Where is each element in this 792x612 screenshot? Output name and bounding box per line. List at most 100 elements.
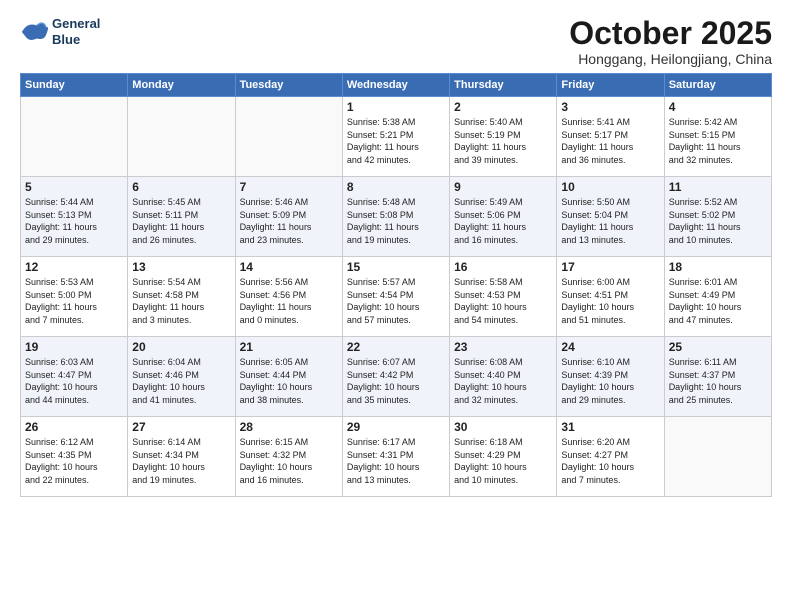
calendar-cell: 2 Sunrise: 5:40 AM Sunset: 5:19 PM Daylig… — [450, 97, 557, 177]
day-number: 15 — [347, 260, 445, 274]
day-number: 30 — [454, 420, 552, 434]
calendar-cell: 28Sunrise: 6:15 AM Sunset: 4:32 PM Dayli… — [235, 417, 342, 497]
cell-text: Sunrise: 6:05 AM Sunset: 4:44 PM Dayligh… — [240, 356, 338, 406]
day-number: 4 — [669, 100, 767, 114]
day-number: 16 — [454, 260, 552, 274]
weekday-header: Thursday — [450, 74, 557, 97]
day-number: 17 — [561, 260, 659, 274]
cell-text: Sunrise: 6:04 AM Sunset: 4:46 PM Dayligh… — [132, 356, 230, 406]
calendar-week-row: 1 Sunrise: 5:38 AM Sunset: 5:21 PM Daylig… — [21, 97, 772, 177]
calendar-cell: 18 Sunrise: 6:01 AM Sunset: 4:49 PM Dayli… — [664, 257, 771, 337]
day-number: 3 — [561, 100, 659, 114]
calendar-cell: 9 Sunrise: 5:49 AM Sunset: 5:06 PM Daylig… — [450, 177, 557, 257]
cell-text: Sunrise: 6:11 AM Sunset: 4:37 PM Dayligh… — [669, 356, 767, 406]
calendar-week-row: 12 Sunrise: 5:53 AM Sunset: 5:00 PM Dayli… — [21, 257, 772, 337]
calendar-cell: 6 Sunrise: 5:45 AM Sunset: 5:11 PM Daylig… — [128, 177, 235, 257]
weekday-header: Sunday — [21, 74, 128, 97]
day-number: 18 — [669, 260, 767, 274]
calendar-cell: 3 Sunrise: 5:41 AM Sunset: 5:17 PM Daylig… — [557, 97, 664, 177]
day-number: 1 — [347, 100, 445, 114]
cell-text: Sunrise: 5:46 AM Sunset: 5:09 PM Dayligh… — [240, 196, 338, 246]
cell-text: Sunrise: 6:07 AM Sunset: 4:42 PM Dayligh… — [347, 356, 445, 406]
day-number: 11 — [669, 180, 767, 194]
day-number: 13 — [132, 260, 230, 274]
day-number: 25 — [669, 340, 767, 354]
cell-text: Sunrise: 6:08 AM Sunset: 4:40 PM Dayligh… — [454, 356, 552, 406]
weekday-header: Monday — [128, 74, 235, 97]
cell-text: Sunrise: 6:00 AM Sunset: 4:51 PM Dayligh… — [561, 276, 659, 326]
calendar-cell: 30 Sunrise: 6:18 AM Sunset: 4:29 PM Dayli… — [450, 417, 557, 497]
weekday-header: Saturday — [664, 74, 771, 97]
calendar-cell: 11 Sunrise: 5:52 AM Sunset: 5:02 PM Dayli… — [664, 177, 771, 257]
calendar-week-row: 26 Sunrise: 6:12 AM Sunset: 4:35 PM Dayli… — [21, 417, 772, 497]
cell-text: Sunrise: 6:03 AM Sunset: 4:47 PM Dayligh… — [25, 356, 123, 406]
calendar-cell: 15 Sunrise: 5:57 AM Sunset: 4:54 PM Dayli… — [342, 257, 449, 337]
calendar-cell: 8 Sunrise: 5:48 AM Sunset: 5:08 PM Daylig… — [342, 177, 449, 257]
day-number: 5 — [25, 180, 123, 194]
day-number: 2 — [454, 100, 552, 114]
day-number: 7 — [240, 180, 338, 194]
calendar-cell: 13 Sunrise: 5:54 AM Sunset: 4:58 PM Dayli… — [128, 257, 235, 337]
calendar-cell: 7 Sunrise: 5:46 AM Sunset: 5:09 PM Daylig… — [235, 177, 342, 257]
calendar-cell: 1 Sunrise: 5:38 AM Sunset: 5:21 PM Daylig… — [342, 97, 449, 177]
calendar-cell: 19Sunrise: 6:03 AM Sunset: 4:47 PM Dayli… — [21, 337, 128, 417]
calendar-cell: 4 Sunrise: 5:42 AM Sunset: 5:15 PM Daylig… — [664, 97, 771, 177]
calendar-cell: 31Sunrise: 6:20 AM Sunset: 4:27 PM Dayli… — [557, 417, 664, 497]
header: General Blue October 2025 Honggang, Heil… — [20, 16, 772, 67]
calendar-cell: 16 Sunrise: 5:58 AM Sunset: 4:53 PM Dayli… — [450, 257, 557, 337]
day-number: 29 — [347, 420, 445, 434]
cell-text: Sunrise: 5:41 AM Sunset: 5:17 PM Dayligh… — [561, 116, 659, 166]
cell-text: Sunrise: 6:17 AM Sunset: 4:31 PM Dayligh… — [347, 436, 445, 486]
day-number: 23 — [454, 340, 552, 354]
day-number: 8 — [347, 180, 445, 194]
cell-text: Sunrise: 6:18 AM Sunset: 4:29 PM Dayligh… — [454, 436, 552, 486]
calendar-cell: 5 Sunrise: 5:44 AM Sunset: 5:13 PM Daylig… — [21, 177, 128, 257]
calendar-cell: 27Sunrise: 6:14 AM Sunset: 4:34 PM Dayli… — [128, 417, 235, 497]
cell-text: Sunrise: 5:58 AM Sunset: 4:53 PM Dayligh… — [454, 276, 552, 326]
cell-text: Sunrise: 5:52 AM Sunset: 5:02 PM Dayligh… — [669, 196, 767, 246]
calendar-cell: 29 Sunrise: 6:17 AM Sunset: 4:31 PM Dayli… — [342, 417, 449, 497]
cell-text: Sunrise: 5:50 AM Sunset: 5:04 PM Dayligh… — [561, 196, 659, 246]
cell-text: Sunrise: 6:14 AM Sunset: 4:34 PM Dayligh… — [132, 436, 230, 486]
day-number: 24 — [561, 340, 659, 354]
day-number: 12 — [25, 260, 123, 274]
day-number: 6 — [132, 180, 230, 194]
calendar-cell: 25 Sunrise: 6:11 AM Sunset: 4:37 PM Dayli… — [664, 337, 771, 417]
weekday-header: Wednesday — [342, 74, 449, 97]
cell-text: Sunrise: 5:38 AM Sunset: 5:21 PM Dayligh… — [347, 116, 445, 166]
cell-text: Sunrise: 5:54 AM Sunset: 4:58 PM Dayligh… — [132, 276, 230, 326]
month-title: October 2025 — [569, 16, 772, 51]
day-number: 21 — [240, 340, 338, 354]
cell-text: Sunrise: 5:44 AM Sunset: 5:13 PM Dayligh… — [25, 196, 123, 246]
logo-text: General Blue — [52, 16, 100, 47]
cell-text: Sunrise: 6:20 AM Sunset: 4:27 PM Dayligh… — [561, 436, 659, 486]
day-number: 26 — [25, 420, 123, 434]
cell-text: Sunrise: 5:53 AM Sunset: 5:00 PM Dayligh… — [25, 276, 123, 326]
cell-text: Sunrise: 5:40 AM Sunset: 5:19 PM Dayligh… — [454, 116, 552, 166]
day-number: 9 — [454, 180, 552, 194]
day-number: 28 — [240, 420, 338, 434]
day-number: 22 — [347, 340, 445, 354]
calendar-cell: 10Sunrise: 5:50 AM Sunset: 5:04 PM Dayli… — [557, 177, 664, 257]
cell-text: Sunrise: 6:12 AM Sunset: 4:35 PM Dayligh… — [25, 436, 123, 486]
calendar-cell — [128, 97, 235, 177]
calendar-cell: 26 Sunrise: 6:12 AM Sunset: 4:35 PM Dayli… — [21, 417, 128, 497]
weekday-header: Friday — [557, 74, 664, 97]
cell-text: Sunrise: 5:49 AM Sunset: 5:06 PM Dayligh… — [454, 196, 552, 246]
cell-text: Sunrise: 5:45 AM Sunset: 5:11 PM Dayligh… — [132, 196, 230, 246]
calendar-cell: 23 Sunrise: 6:08 AM Sunset: 4:40 PM Dayli… — [450, 337, 557, 417]
cell-text: Sunrise: 6:10 AM Sunset: 4:39 PM Dayligh… — [561, 356, 659, 406]
calendar-cell — [235, 97, 342, 177]
cell-text: Sunrise: 5:48 AM Sunset: 5:08 PM Dayligh… — [347, 196, 445, 246]
logo-icon — [20, 18, 48, 46]
cell-text: Sunrise: 6:01 AM Sunset: 4:49 PM Dayligh… — [669, 276, 767, 326]
calendar-cell: 22 Sunrise: 6:07 AM Sunset: 4:42 PM Dayli… — [342, 337, 449, 417]
cell-text: Sunrise: 5:42 AM Sunset: 5:15 PM Dayligh… — [669, 116, 767, 166]
calendar-cell: 14Sunrise: 5:56 AM Sunset: 4:56 PM Dayli… — [235, 257, 342, 337]
calendar-week-row: 5 Sunrise: 5:44 AM Sunset: 5:13 PM Daylig… — [21, 177, 772, 257]
page-container: General Blue October 2025 Honggang, Heil… — [0, 0, 792, 507]
calendar-cell — [21, 97, 128, 177]
cell-text: Sunrise: 5:57 AM Sunset: 4:54 PM Dayligh… — [347, 276, 445, 326]
weekday-header: Tuesday — [235, 74, 342, 97]
calendar-header-row: SundayMondayTuesdayWednesdayThursdayFrid… — [21, 74, 772, 97]
